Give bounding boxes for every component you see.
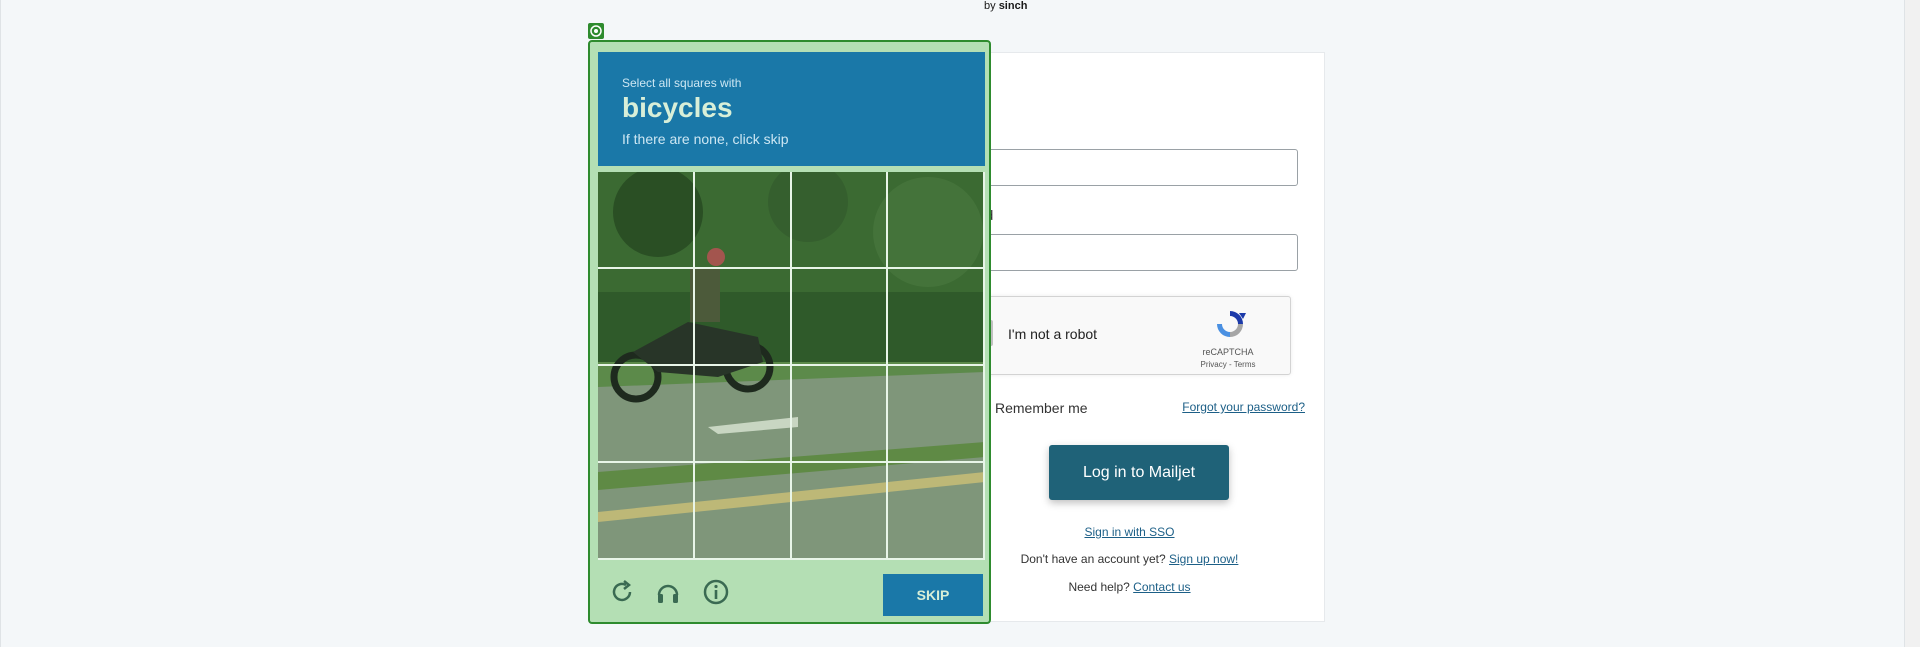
info-icon[interactable] bbox=[702, 578, 730, 606]
page-edge bbox=[0, 0, 1, 647]
login-button[interactable]: Log in to Mailjet bbox=[1049, 445, 1229, 500]
recaptcha-links[interactable]: Privacy - Terms bbox=[1193, 360, 1263, 369]
captcha-tile[interactable] bbox=[694, 366, 792, 463]
captcha-tile[interactable] bbox=[888, 269, 985, 366]
recaptcha-brand: reCAPTCHA bbox=[1202, 347, 1254, 357]
recaptcha-label: I'm not a robot bbox=[1008, 326, 1098, 342]
captcha-tile[interactable] bbox=[694, 269, 792, 366]
skip-button[interactable]: SKIP bbox=[883, 574, 983, 616]
captcha-tile[interactable] bbox=[791, 366, 889, 463]
captcha-object: bicycles bbox=[622, 92, 733, 123]
captcha-tile[interactable] bbox=[598, 366, 695, 463]
brand-logo: by sinch bbox=[984, 0, 1027, 12]
password-field[interactable] bbox=[956, 234, 1298, 271]
login-card: ogin nail ssword I'm not a robot reCAPTC… bbox=[955, 52, 1325, 622]
recaptcha-logo-icon bbox=[1217, 311, 1246, 337]
no-account-text: Don't have an account yet? bbox=[1020, 552, 1166, 566]
contact-link[interactable]: Contact us bbox=[1133, 580, 1190, 594]
recaptcha-widget: I'm not a robot reCAPTCHA Privacy - Term… bbox=[956, 296, 1291, 375]
captcha-header: Select all squares with bicycles If ther… bbox=[598, 52, 985, 166]
captcha-tile[interactable] bbox=[888, 172, 985, 269]
captcha-tile[interactable] bbox=[598, 463, 695, 560]
captcha-tile[interactable] bbox=[888, 463, 985, 560]
captcha-tile[interactable] bbox=[694, 172, 792, 269]
captcha-tile[interactable] bbox=[598, 269, 695, 366]
captcha-grid bbox=[598, 172, 985, 560]
captcha-tile[interactable] bbox=[791, 463, 889, 560]
headphones-icon[interactable] bbox=[654, 578, 682, 606]
signup-line: Don't have an account yet? Sign up now! bbox=[956, 552, 1303, 566]
captcha-challenge: Select all squares with bicycles If ther… bbox=[588, 40, 991, 624]
reload-icon[interactable] bbox=[608, 578, 636, 606]
captcha-tile[interactable] bbox=[791, 269, 889, 366]
remember-me-label[interactable]: Remember me bbox=[995, 400, 1088, 416]
captcha-footer: SKIP bbox=[598, 564, 985, 618]
captcha-badge-icon bbox=[588, 23, 604, 39]
captcha-tile[interactable] bbox=[598, 172, 695, 269]
help-line: Need help? Contact us bbox=[956, 580, 1303, 594]
captcha-tile[interactable] bbox=[694, 463, 792, 560]
scrollbar[interactable] bbox=[1905, 0, 1920, 647]
captcha-tile[interactable] bbox=[791, 172, 889, 269]
captcha-tile[interactable] bbox=[888, 366, 985, 463]
captcha-hint: If there are none, click skip bbox=[622, 131, 789, 147]
signup-link[interactable]: Sign up now! bbox=[1169, 552, 1238, 566]
forgot-password-link[interactable]: Forgot your password? bbox=[1182, 400, 1305, 414]
brand-by: by bbox=[984, 0, 996, 12]
help-text: Need help? bbox=[1068, 580, 1130, 594]
sso-link[interactable]: Sign in with SSO bbox=[956, 525, 1303, 539]
email-field[interactable] bbox=[956, 149, 1298, 186]
brand-name: sinch bbox=[998, 0, 1028, 12]
captcha-instruction: Select all squares with bbox=[622, 76, 742, 90]
